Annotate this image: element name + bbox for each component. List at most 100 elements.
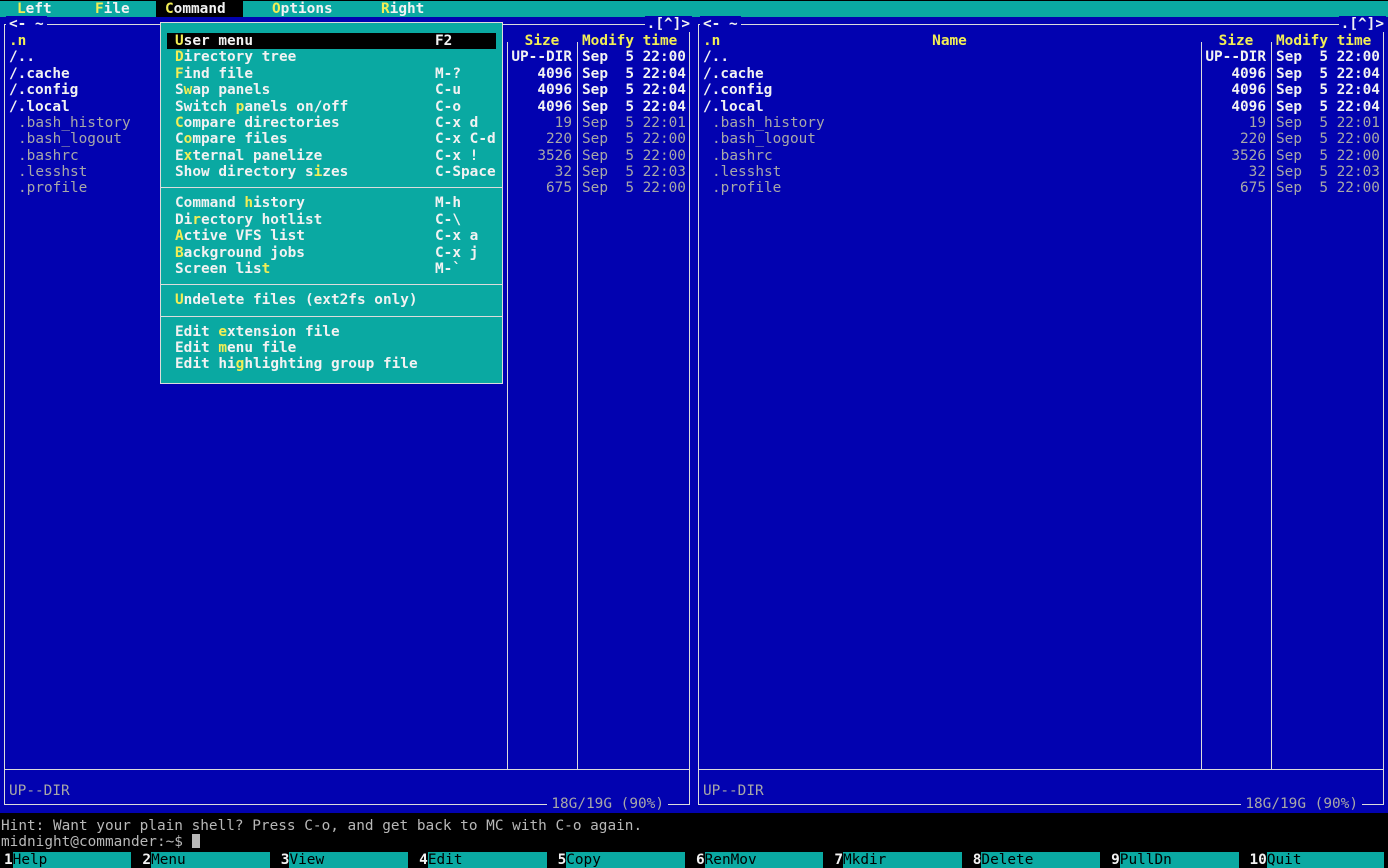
menu-item-undelete-files-ext2fs-only[interactable]: Undelete files (ext2fs only) bbox=[167, 292, 496, 308]
menu-separator bbox=[161, 284, 502, 285]
menubar-item-file[interactable]: File bbox=[95, 1, 130, 18]
command-dropdown-menu: User menuF2Directory treeFind fileM-?Swa… bbox=[160, 22, 503, 384]
file-name: /.cache bbox=[698, 66, 1201, 82]
menu-item-compare-files[interactable]: Compare filesC-x C-d bbox=[167, 131, 496, 147]
menu-item-shortcut: C-x d bbox=[435, 115, 478, 131]
file-size: 4096 bbox=[1201, 66, 1271, 82]
menu-item-directory-hotlist[interactable]: Directory hotlistC-\ bbox=[167, 212, 496, 228]
menu-item-edit-extension-file[interactable]: Edit extension file bbox=[167, 324, 496, 340]
mini-status: UP--DIR bbox=[703, 783, 764, 799]
menu-item-background-jobs[interactable]: Background jobsC-x j bbox=[167, 245, 496, 261]
name-column-header[interactable]: .nName bbox=[698, 33, 1201, 49]
menu-item-user-menu[interactable]: User menuF2 bbox=[167, 33, 496, 49]
file-list: /..UP--DIRSep 5 22:00/.cache4096Sep 5 22… bbox=[698, 49, 1384, 196]
file-row-profile[interactable]: .profile675Sep 5 22:00 bbox=[698, 180, 1384, 196]
file-name: .lesshst bbox=[698, 164, 1201, 180]
menu-item-shortcut: C-o bbox=[435, 99, 461, 115]
file-mtime: Sep 5 22:04 bbox=[577, 99, 690, 115]
file-row-lesshst[interactable]: .lesshst32Sep 5 22:03 bbox=[698, 164, 1384, 180]
fkey-5-copy[interactable]: 5Copy bbox=[558, 852, 696, 868]
file-name: /.config bbox=[698, 82, 1201, 98]
fkey-number: 4 bbox=[419, 852, 428, 868]
menu-item-active-vfs-list[interactable]: Active VFS listC-x a bbox=[167, 228, 496, 244]
mini-status-separator bbox=[699, 769, 1383, 770]
panel-column-headers: .nName Size Modify time bbox=[698, 33, 1384, 49]
file-row-local[interactable]: /.local4096Sep 5 22:04 bbox=[698, 99, 1384, 115]
menu-item-directory-tree[interactable]: Directory tree bbox=[167, 49, 496, 65]
terminal-cursor bbox=[192, 834, 201, 848]
fkey-9-pulldn[interactable]: 9PullDn bbox=[1111, 852, 1249, 868]
fkey-8-delete[interactable]: 8Delete bbox=[973, 852, 1111, 868]
fkey-number: 1 bbox=[4, 852, 13, 868]
file-size: 4096 bbox=[1201, 99, 1271, 115]
menu-item-shortcut: C-x C-d bbox=[435, 131, 496, 147]
menu-item-show-directory-sizes[interactable]: Show directory sizesC-Space bbox=[167, 164, 496, 180]
file-size: 675 bbox=[1201, 180, 1271, 196]
function-key-bar: 1Help2Menu3View4Edit5Copy6RenMov7Mkdir8D… bbox=[0, 852, 1388, 868]
menubar-item-right[interactable]: Right bbox=[381, 1, 424, 18]
fkey-7-mkdir[interactable]: 7Mkdir bbox=[834, 852, 972, 868]
fkey-1-help[interactable]: 1Help bbox=[4, 852, 142, 868]
file-size: 32 bbox=[1201, 164, 1271, 180]
sort-indicator: .n bbox=[9, 33, 26, 49]
file-row-config[interactable]: /.config4096Sep 5 22:04 bbox=[698, 82, 1384, 98]
fkey-number: 3 bbox=[281, 852, 290, 868]
menu-separator bbox=[161, 316, 502, 317]
menu-item-command-history[interactable]: Command historyM-h bbox=[167, 195, 496, 211]
menu-item-edit-highlighting-group-file[interactable]: Edit highlighting group file bbox=[167, 356, 496, 372]
file-mtime: Sep 5 22:04 bbox=[1271, 66, 1384, 82]
menu-item-shortcut: M-h bbox=[435, 195, 461, 211]
fkey-3-view[interactable]: 3View bbox=[281, 852, 419, 868]
file-size: 4096 bbox=[507, 82, 577, 98]
menubar-item-options[interactable]: Options bbox=[272, 1, 333, 18]
mtime-column-header[interactable]: Modify time bbox=[577, 33, 690, 49]
file-size: 3526 bbox=[1201, 148, 1271, 164]
fkey-4-edit[interactable]: 4Edit bbox=[419, 852, 557, 868]
menu-item-find-file[interactable]: Find fileM-? bbox=[167, 66, 496, 82]
file-row-cache[interactable]: /.cache4096Sep 5 22:04 bbox=[698, 66, 1384, 82]
fkey-6-renmov[interactable]: 6RenMov bbox=[696, 852, 834, 868]
menu-item-external-panelize[interactable]: External panelizeC-x ! bbox=[167, 148, 496, 164]
menu-item-switch-panels-on-off[interactable]: Switch panels on/offC-o bbox=[167, 99, 496, 115]
fkey-number: 5 bbox=[558, 852, 567, 868]
panel-updir-marker[interactable]: .[^]> bbox=[1339, 16, 1386, 32]
file-mtime: Sep 5 22:00 bbox=[1271, 180, 1384, 196]
menubar-item-command[interactable]: Command bbox=[156, 1, 243, 18]
menu-item-shortcut: C-Space bbox=[435, 164, 496, 180]
file-row-bash-logout[interactable]: .bash_logout220Sep 5 22:00 bbox=[698, 131, 1384, 147]
panel-path-title: <- ~ bbox=[6, 16, 47, 32]
file-mtime: Sep 5 22:04 bbox=[1271, 82, 1384, 98]
file-size: 32 bbox=[507, 164, 577, 180]
command-line[interactable]: midnight@commander:~$ bbox=[1, 834, 200, 850]
menu-bar: LeftFileCommandOptionsRight bbox=[0, 1, 1388, 18]
menu-item-shortcut: C-x a bbox=[435, 228, 478, 244]
fkey-label: Delete bbox=[981, 852, 1100, 868]
menu-item-shortcut: C-u bbox=[435, 82, 461, 98]
fkey-2-menu[interactable]: 2Menu bbox=[142, 852, 280, 868]
file-row-bash-history[interactable]: .bash_history19Sep 5 22:01 bbox=[698, 115, 1384, 131]
size-column-header[interactable]: Size bbox=[507, 33, 577, 49]
menu-item-shortcut: F2 bbox=[435, 33, 452, 49]
mtime-column-header[interactable]: Modify time bbox=[1271, 33, 1384, 49]
menu-item-shortcut: M-? bbox=[435, 66, 461, 82]
fkey-number: 9 bbox=[1111, 852, 1120, 868]
menu-item-screen-list[interactable]: Screen listM-` bbox=[167, 261, 496, 277]
file-size: 4096 bbox=[507, 99, 577, 115]
fkey-label: PullDn bbox=[1120, 852, 1239, 868]
file-row-bashrc[interactable]: .bashrc3526Sep 5 22:00 bbox=[698, 148, 1384, 164]
file-size: UP--DIR bbox=[1201, 49, 1271, 65]
file-mtime: Sep 5 22:00 bbox=[577, 131, 690, 147]
menu-item-swap-panels[interactable]: Swap panelsC-u bbox=[167, 82, 496, 98]
hint-line: Hint: Want your plain shell? Press C-o, … bbox=[1, 818, 642, 834]
file-row-[interactable]: /..UP--DIRSep 5 22:00 bbox=[698, 49, 1384, 65]
menu-item-edit-menu-file[interactable]: Edit menu file bbox=[167, 340, 496, 356]
right-file-panel: <- ~ .[^]> .nName Size Modify time /..UP… bbox=[694, 17, 1388, 813]
menu-item-compare-directories[interactable]: Compare directoriesC-x d bbox=[167, 115, 496, 131]
fkey-label: Edit bbox=[428, 852, 547, 868]
fkey-10-quit[interactable]: 10Quit bbox=[1250, 852, 1388, 868]
file-mtime: Sep 5 22:00 bbox=[577, 148, 690, 164]
fkey-label: Copy bbox=[566, 852, 685, 868]
size-column-header[interactable]: Size bbox=[1201, 33, 1271, 49]
file-mtime: Sep 5 22:00 bbox=[1271, 148, 1384, 164]
panel-updir-marker[interactable]: .[^]> bbox=[645, 16, 692, 32]
